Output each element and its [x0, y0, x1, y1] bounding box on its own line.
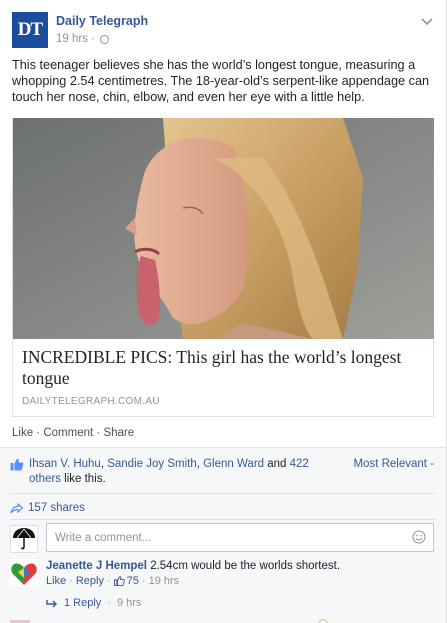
comment-like-count[interactable]: 75: [113, 575, 139, 587]
page-name-link[interactable]: Daily Telegraph: [56, 14, 148, 28]
replies-count[interactable]: 1 Reply: [64, 597, 101, 609]
comment-time[interactable]: 19 hrs: [149, 575, 180, 587]
liker-name[interactable]: Glenn Ward: [203, 458, 264, 470]
meta-separator: ·: [107, 597, 111, 609]
comment-like-button[interactable]: Like: [46, 575, 66, 587]
replies-link[interactable]: 1 Reply · 9 hrs: [46, 597, 141, 609]
globe-icon: [99, 34, 109, 44]
next-comment-icon: [318, 619, 328, 623]
link-title[interactable]: INCREDIBLE PICS: This girl has the world…: [22, 347, 422, 389]
facebook-post: DT Daily Telegraph 19 hrs · This teenage…: [0, 0, 447, 623]
commenter-avatar[interactable]: [10, 559, 38, 587]
thumbs-up-icon: [10, 458, 24, 471]
post-actions: Like · Comment · Share: [12, 427, 134, 439]
action-separator: ·: [93, 427, 104, 439]
comment-text: Jeanette J Hempel 2.54cm would be the wo…: [46, 559, 426, 573]
liker-name[interactable]: Sandie Joy Smith: [107, 458, 197, 470]
comment-button[interactable]: Comment: [43, 427, 93, 439]
comment-input[interactable]: Write a comment...: [46, 523, 434, 552]
meta-separator: ·: [69, 575, 73, 587]
comment-composer: Write a comment...: [10, 523, 434, 553]
like-this-text: like this.: [60, 473, 106, 485]
user-avatar[interactable]: [10, 525, 38, 553]
likes-summary: Ihsan V. Huhu, Sandie Joy Smith, Glenn W…: [10, 457, 340, 487]
likes-and: and: [264, 458, 290, 470]
post-header: DT Daily Telegraph 19 hrs ·: [12, 12, 434, 52]
liker-name[interactable]: Ihsan V. Huhu: [29, 458, 101, 470]
comment-sort-dropdown[interactable]: Most Relevant -: [353, 458, 434, 470]
meta-separator: ·: [90, 33, 95, 45]
chevron-down-icon[interactable]: [420, 16, 434, 26]
post-meta: 19 hrs ·: [56, 33, 109, 45]
link-preview-image[interactable]: [13, 118, 434, 339]
meta-separator: ·: [141, 575, 146, 587]
divider: [10, 493, 436, 494]
replies-time: 9 hrs: [116, 597, 142, 609]
umbrella-icon: [13, 528, 35, 550]
page-avatar[interactable]: DT: [12, 12, 48, 48]
link-domain: DAILYTELEGRAPH.COM.AU: [22, 396, 160, 407]
thumbs-up-icon: [113, 576, 125, 586]
meta-separator: ·: [106, 575, 111, 587]
share-arrow-icon: [10, 502, 23, 513]
like-count-value[interactable]: 75: [127, 575, 139, 587]
comment-author[interactable]: Jeanette J Hempel: [46, 560, 147, 572]
preview-photo: [13, 118, 434, 339]
shares-link[interactable]: 157 shares: [10, 502, 85, 514]
action-separator: ·: [33, 427, 44, 439]
link-preview-card[interactable]: INCREDIBLE PICS: This girl has the world…: [12, 118, 434, 417]
reply-arrow-icon: [46, 599, 57, 607]
emoji-icon[interactable]: [412, 530, 426, 544]
divider: [10, 519, 436, 520]
comment-meta: Like · Reply · 75 · 19 hrs: [46, 575, 179, 587]
comment-reply-button[interactable]: Reply: [76, 575, 104, 587]
post-message: This teenager believes she has the world…: [12, 58, 430, 104]
post-timestamp[interactable]: 19 hrs: [56, 33, 88, 45]
like-button[interactable]: Like: [12, 427, 33, 439]
comment-message: 2.54cm would be the worlds shortest.: [147, 560, 341, 572]
shares-count[interactable]: 157 shares: [28, 502, 85, 514]
heart-puzzle-icon: [11, 563, 37, 585]
feedback-section: Ihsan V. Huhu, Sandie Joy Smith, Glenn W…: [0, 447, 446, 623]
share-button[interactable]: Share: [103, 427, 134, 439]
